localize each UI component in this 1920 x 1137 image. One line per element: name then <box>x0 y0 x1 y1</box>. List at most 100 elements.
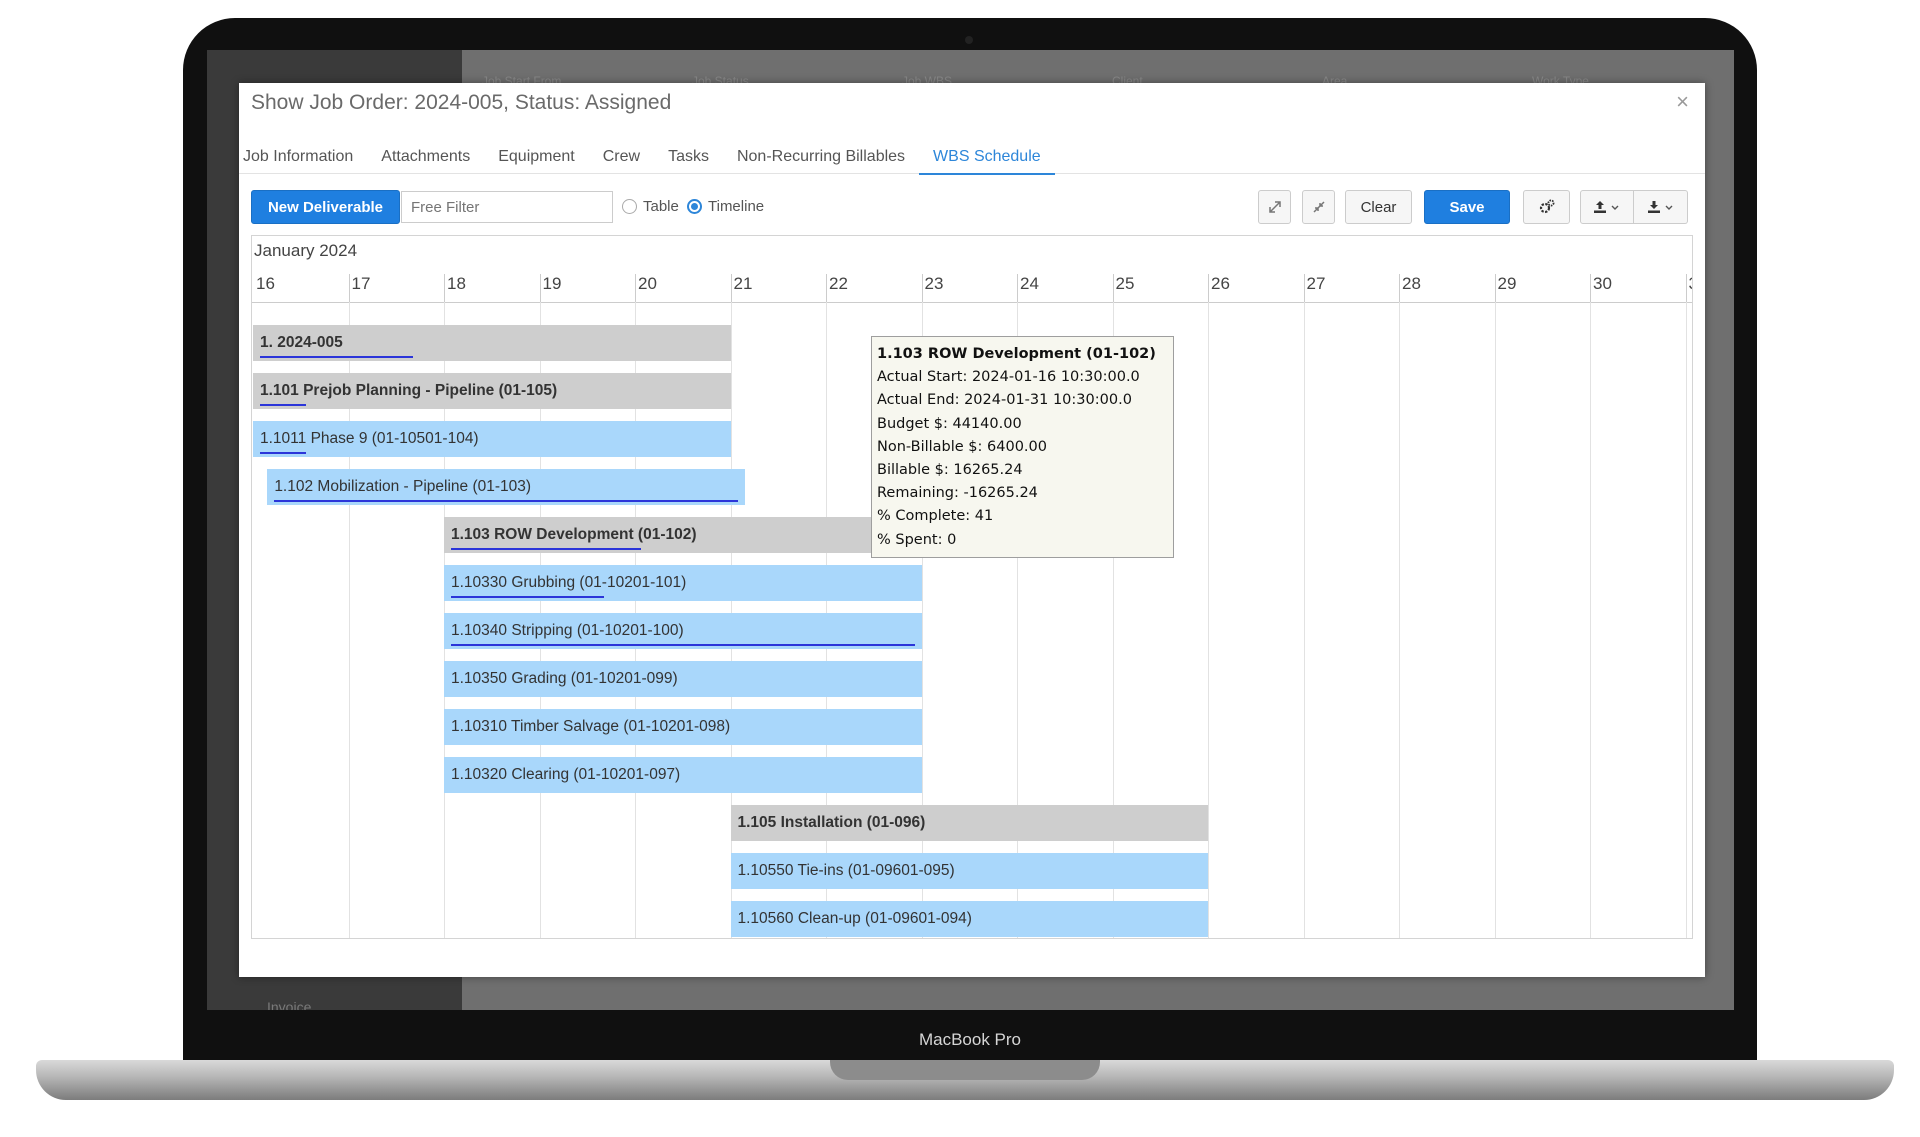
progress-line <box>260 404 307 406</box>
device-brand: MacBook Pro <box>918 1030 1022 1049</box>
day-tick <box>1494 274 1496 302</box>
wbs-task-bar[interactable]: 1.10340 Stripping (01-10201-100) <box>444 613 922 649</box>
progress-line <box>451 596 604 598</box>
tooltip-line: Remaining: -16265.24 <box>877 485 1038 502</box>
day-label: 26 <box>1211 274 1230 293</box>
progress-line <box>260 452 307 454</box>
day-tick <box>444 274 445 302</box>
tab-attachments[interactable]: Attachments <box>367 145 484 173</box>
progress-line <box>260 356 413 358</box>
tab-wbs-schedule[interactable]: WBS Schedule <box>919 145 1055 175</box>
day-label: 22 <box>829 274 848 293</box>
tab-equipment[interactable]: Equipment <box>484 145 589 173</box>
clear-button[interactable]: Clear <box>1345 190 1412 224</box>
gears-icon[interactable] <box>1523 190 1570 224</box>
day-label: 19 <box>542 274 562 293</box>
day-tick <box>1590 274 1591 302</box>
upload-menu-button[interactable] <box>1580 190 1634 224</box>
wbs-task-bar[interactable]: 1.1011 Phase 9 (01-10501-104) <box>253 421 731 457</box>
bar-label: 1.10320 Clearing (01-10201-097) <box>451 766 681 783</box>
day-label: 29 <box>1497 274 1517 293</box>
day-tick <box>826 274 827 302</box>
expand-icon[interactable] <box>1258 190 1291 224</box>
bar-label: 1.10350 Grading (01-10201-099) <box>451 670 678 687</box>
toolbar: New Deliverable Table Timeline Clear Sav… <box>251 190 1693 224</box>
day-label: 16 <box>256 274 275 293</box>
tooltip-line: Non-Billable $: 6400.00 <box>877 438 1047 455</box>
tooltip-line: Budget $: 44140.00 <box>877 415 1022 432</box>
timeline-radio-label: Timeline <box>708 198 765 215</box>
day-label: 20 <box>638 274 657 293</box>
day-tick <box>1303 274 1305 302</box>
tab-tasks[interactable]: Tasks <box>654 145 723 173</box>
laptop-notch <box>830 1060 1100 1080</box>
day-gridline <box>1208 302 1209 938</box>
tooltip-line: Actual Start: 2024-01-16 10:30:00.0 <box>877 369 1140 386</box>
bar-label: 1.1011 Phase 9 (01-10501-104) <box>260 430 479 447</box>
wbs-task-bar[interactable]: 1.102 Mobilization - Pipeline (01-103) <box>267 469 745 505</box>
day-label: 25 <box>1115 274 1135 293</box>
day-tick <box>539 274 541 302</box>
free-filter-input[interactable] <box>401 191 613 223</box>
day-gridline <box>1494 302 1496 938</box>
upload-icon <box>1594 201 1619 213</box>
save-button[interactable]: Save <box>1424 190 1510 224</box>
radio-circle-selected <box>687 199 702 214</box>
progress-line <box>451 548 642 550</box>
bar-label: 1.10560 Clean-up (01-09601-094) <box>737 910 972 927</box>
tab-non-recurring-billables[interactable]: Non-Recurring Billables <box>723 145 919 173</box>
day-gridline <box>1590 302 1591 938</box>
wbs-group-bar[interactable]: 1. 2024-005 <box>253 325 731 361</box>
bar-label: 1.10550 Tie-ins (01-09601-095) <box>737 862 955 879</box>
download-menu-button[interactable] <box>1634 190 1688 224</box>
day-label: 21 <box>733 274 753 293</box>
wbs-task-bar[interactable]: 1.10310 Timber Salvage (01-10201-098) <box>444 709 922 745</box>
day-tick <box>1685 274 1687 302</box>
wbs-group-bar[interactable]: 1.105 Installation (01-096) <box>730 805 1208 841</box>
day-tick <box>1112 274 1114 302</box>
wbs-task-bar[interactable]: 1.10320 Clearing (01-10201-097) <box>444 757 922 793</box>
job-order-modal: Show Job Order: 2024-005, Status: Assign… <box>239 83 1705 977</box>
collapse-icon[interactable] <box>1302 190 1335 224</box>
wbs-task-bar[interactable]: 1.10550 Tie-ins (01-09601-095) <box>730 853 1208 889</box>
day-label: 30 <box>1593 274 1612 293</box>
wbs-group-bar[interactable]: 1.101 Prejob Planning - Pipeline (01-105… <box>253 373 731 409</box>
bar-label: 1.102 Mobilization - Pipeline (01-103) <box>274 478 532 495</box>
bar-label: 1. 2024-005 <box>260 334 343 351</box>
day-tick <box>635 274 636 302</box>
bar-label: 1.10310 Timber Salvage (01-10201-098) <box>451 718 731 735</box>
day-gridline <box>1399 302 1400 938</box>
wbs-task-bar[interactable]: 1.10350 Grading (01-10201-099) <box>444 661 922 697</box>
wbs-task-bar[interactable]: 1.10330 Grubbing (01-10201-101) <box>444 565 922 601</box>
table-radio-label: Table <box>643 198 679 215</box>
radio-circle <box>622 199 637 214</box>
bar-tooltip: 1.103 ROW Development (01-102) Actual St… <box>871 336 1174 558</box>
day-label: 27 <box>1306 274 1326 293</box>
wbs-group-bar[interactable]: 1.103 ROW Development (01-102) <box>444 517 922 553</box>
day-label: 24 <box>1020 274 1039 293</box>
bar-label: 1.103 ROW Development (01-102) <box>451 526 697 543</box>
day-tick <box>730 274 732 302</box>
progress-line <box>451 644 915 646</box>
modal-title: Show Job Order: 2024-005, Status: Assign… <box>251 91 672 114</box>
day-tick <box>1017 274 1018 302</box>
day-tick <box>921 274 923 302</box>
table-radio[interactable]: Table <box>622 198 679 215</box>
bar-label: 1.10330 Grubbing (01-10201-101) <box>451 574 687 591</box>
download-icon <box>1647 201 1672 213</box>
wbs-timeline[interactable]: January 2024 16 17 18 19 20 21 22 23 24 25 26 27 28 2… <box>251 235 1693 939</box>
camera-icon <box>965 36 973 44</box>
tab-crew[interactable]: Crew <box>589 145 654 173</box>
day-label: 28 <box>1402 274 1421 293</box>
tooltip-line: % Complete: 41 <box>877 508 994 525</box>
day-tick <box>348 274 350 302</box>
new-deliverable-button[interactable]: New Deliverable <box>251 190 400 224</box>
timeline-radio[interactable]: Timeline <box>687 198 764 215</box>
tooltip-line: % Spent: 0 <box>877 531 957 548</box>
day-gridline <box>1303 302 1305 938</box>
tab-bar: Job Information Attachments Equipment Cr… <box>239 145 1705 175</box>
close-icon[interactable]: × <box>1676 89 1689 115</box>
wbs-task-bar[interactable]: 1.10560 Clean-up (01-09601-094) <box>730 901 1208 937</box>
day-gridline <box>1685 302 1687 938</box>
tab-job-information[interactable]: Job Information <box>239 145 367 173</box>
